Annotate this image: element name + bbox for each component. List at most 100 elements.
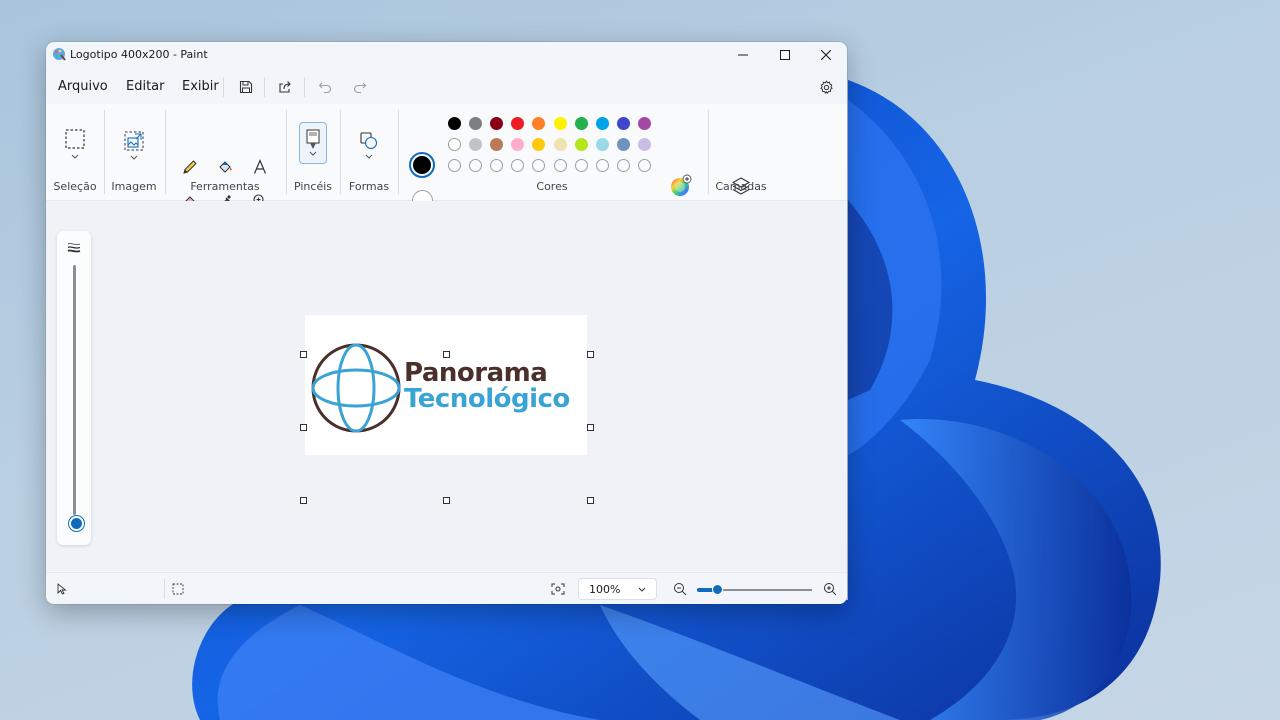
menu-file[interactable]: Arquivo — [58, 79, 108, 94]
close-icon — [821, 50, 831, 60]
text-button[interactable] — [247, 155, 273, 179]
pencil-icon — [183, 160, 197, 174]
ribbon-divider — [286, 110, 287, 194]
settings-button[interactable] — [813, 76, 839, 98]
ribbon: Seleção Imagem Ferramentas Pincéis Forma… — [46, 104, 847, 211]
palette-color-swatch[interactable] — [574, 117, 588, 130]
fit-screen-icon — [551, 583, 565, 595]
custom-color-slot[interactable] — [469, 159, 483, 172]
palette-color-swatch[interactable] — [511, 117, 525, 130]
resize-handle-top-right[interactable] — [587, 351, 594, 358]
resize-handle-right[interactable] — [587, 424, 594, 431]
palette-color-swatch[interactable] — [469, 117, 483, 130]
brushes-button[interactable] — [299, 122, 327, 164]
brush-size-panel — [57, 231, 91, 545]
chevron-down-icon — [638, 587, 646, 592]
save-button[interactable] — [233, 76, 259, 98]
selection-size-icon — [172, 583, 184, 595]
share-button[interactable] — [272, 76, 298, 98]
palette-color-swatch[interactable] — [469, 138, 483, 151]
share-icon — [279, 81, 291, 93]
group-label-layers: Camadas — [715, 180, 767, 193]
custom-color-slot[interactable] — [448, 159, 461, 172]
palette-color-swatch[interactable] — [448, 138, 461, 151]
pencil-button[interactable] — [177, 155, 203, 179]
resize-handle-bottom-left[interactable] — [300, 497, 307, 504]
resize-handle-top-left[interactable] — [300, 351, 307, 358]
palette-color-swatch[interactable] — [637, 117, 651, 130]
paint-bucket-icon — [219, 161, 232, 173]
menu-view[interactable]: Exibir — [182, 79, 219, 94]
palette-color-swatch[interactable] — [595, 138, 609, 151]
zoom-out-button[interactable] — [671, 580, 689, 598]
undo-icon — [318, 82, 332, 94]
palette-color-swatch[interactable] — [595, 117, 609, 130]
title-bar: Logotipo 400x200 - Paint — [46, 42, 847, 68]
primary-color-button[interactable] — [409, 152, 435, 178]
palette-color-swatch[interactable] — [616, 138, 630, 151]
selection-tool-button[interactable] — [62, 124, 88, 164]
palette-color-swatch[interactable] — [616, 117, 630, 130]
chevron-down-icon — [365, 154, 373, 159]
custom-color-slot[interactable] — [574, 159, 588, 172]
selection-rectangle-icon — [65, 129, 85, 149]
document-canvas[interactable]: Panorama Tecnológico — [305, 315, 587, 455]
zoom-slider-thumb[interactable] — [712, 584, 723, 595]
globe-logo-icon — [311, 343, 401, 433]
paint-window: Logotipo 400x200 - Paint Arquivo Editar … — [46, 42, 847, 604]
image-resize-icon — [124, 131, 144, 150]
palette-color-swatch[interactable] — [553, 117, 567, 130]
resize-handle-bottom-right[interactable] — [587, 497, 594, 504]
custom-color-slot[interactable] — [511, 159, 525, 172]
palette-color-swatch[interactable] — [532, 138, 546, 151]
close-button[interactable] — [805, 42, 847, 68]
canvas-area[interactable]: Panorama Tecnológico — [46, 201, 847, 571]
palette-color-swatch[interactable] — [532, 117, 546, 130]
resize-handle-bottom[interactable] — [443, 497, 450, 504]
custom-color-slot[interactable] — [637, 159, 651, 172]
redo-button[interactable] — [347, 76, 373, 98]
brush-size-track[interactable] — [73, 265, 76, 515]
save-icon — [239, 80, 253, 94]
palette-color-swatch[interactable] — [490, 138, 504, 151]
shapes-button[interactable] — [356, 126, 382, 164]
text-icon — [253, 159, 267, 174]
palette-color-swatch[interactable] — [553, 138, 567, 151]
fit-to-window-button[interactable] — [548, 580, 568, 598]
custom-color-slot[interactable] — [532, 159, 546, 172]
menu-divider — [264, 77, 265, 97]
custom-color-slot[interactable] — [553, 159, 567, 172]
paint-app-icon — [53, 48, 66, 61]
menu-divider — [304, 77, 305, 97]
gear-icon — [819, 79, 833, 94]
custom-color-slot[interactable] — [616, 159, 630, 172]
ribbon-divider — [104, 110, 105, 194]
palette-color-swatch[interactable] — [490, 117, 504, 130]
chevron-down-icon — [309, 151, 317, 156]
undo-button[interactable] — [312, 76, 338, 98]
resize-handle-top[interactable] — [443, 351, 450, 358]
palette-color-swatch[interactable] — [448, 117, 461, 130]
palette-color-swatch[interactable] — [511, 138, 525, 151]
custom-color-slot[interactable] — [490, 159, 504, 172]
menu-edit[interactable]: Editar — [126, 79, 165, 94]
group-label-colors: Cores — [536, 180, 568, 193]
resize-handle-left[interactable] — [300, 424, 307, 431]
zoom-level-dropdown[interactable]: 100% — [578, 578, 657, 600]
zoom-in-button[interactable] — [821, 580, 839, 598]
custom-color-slot[interactable] — [595, 159, 609, 172]
group-label-selection: Seleção — [53, 180, 97, 193]
maximize-button[interactable] — [764, 42, 806, 68]
minimize-icon — [738, 54, 748, 56]
image-tool-button[interactable] — [121, 126, 147, 164]
fill-button[interactable] — [212, 155, 238, 179]
minimize-button[interactable] — [722, 42, 764, 68]
zoom-out-icon — [674, 583, 687, 596]
palette-color-swatch[interactable] — [637, 138, 651, 151]
brush-size-slider-thumb[interactable] — [69, 516, 84, 531]
group-label-tools: Ferramentas — [190, 180, 260, 193]
brush-icon — [306, 129, 320, 149]
palette-color-swatch[interactable] — [574, 138, 588, 151]
menu-bar: Arquivo Editar Exibir — [46, 72, 847, 102]
stroke-size-icon — [67, 243, 81, 253]
